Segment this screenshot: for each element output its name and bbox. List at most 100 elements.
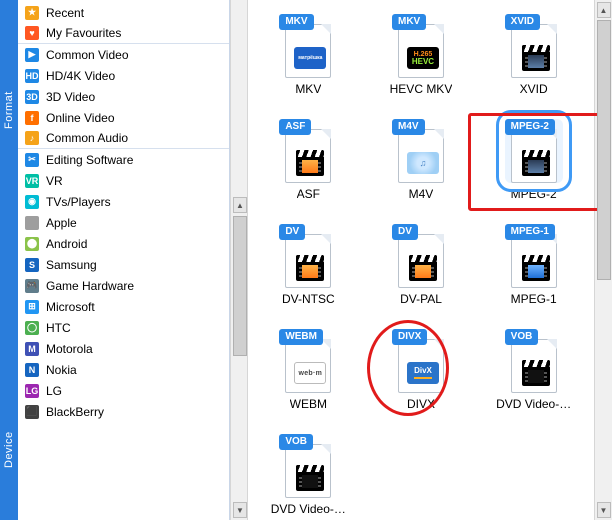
- sidebar-item-online-video[interactable]: f Online Video: [18, 107, 229, 128]
- sidebar-item-label: Game Hardware: [46, 279, 134, 293]
- format-cell-dv-pal[interactable]: DVDV-PAL: [365, 220, 478, 325]
- format-cell-dvd-video-[interactable]: VOB DVD Video-…: [477, 325, 590, 430]
- format-cell-asf[interactable]: ASFASF: [252, 115, 365, 220]
- format-caption: MPEG-1: [511, 292, 557, 306]
- sidebar-item-label: Editing Software: [46, 153, 133, 167]
- format-caption: XVID: [520, 82, 548, 96]
- rail-spacer: [0, 0, 18, 40]
- sidebar-item-samsung[interactable]: SSamsung: [18, 254, 229, 275]
- sidebar-item-tvs-players[interactable]: ◉TVs/Players: [18, 191, 229, 212]
- format-grid: матрёшкаMKVMKV H.265HEVCMKV HEVC MKV XVIDXV…: [248, 0, 594, 520]
- sidebar-item-microsoft[interactable]: ⊞Microsoft: [18, 296, 229, 317]
- format-badge: MPEG-1: [505, 224, 555, 240]
- filmstrip-icon: [296, 150, 324, 176]
- format-caption: DIVX: [407, 397, 435, 411]
- sidebar-item-label: My Favourites: [46, 26, 121, 40]
- category-rail: Format Device: [0, 0, 18, 520]
- format-pane: матрёшкаMKVMKV H.265HEVCMKV HEVC MKV XVIDXV…: [248, 0, 612, 520]
- sidebar-item-editing-software[interactable]: ✂ Editing Software: [18, 149, 229, 170]
- sidebar-item-apple[interactable]: Apple: [18, 212, 229, 233]
- sidebar-item-label: VR: [46, 174, 63, 188]
- file-page-icon: [511, 339, 557, 393]
- sidebar-item-htc[interactable]: ◯HTC: [18, 317, 229, 338]
- sidebar-item-recent[interactable]: ★Recent: [18, 2, 229, 23]
- format-cell-hevc-mkv[interactable]: H.265HEVCMKV HEVC MKV: [365, 10, 478, 115]
- sidebar-item-motorola[interactable]: MMotorola: [18, 338, 229, 359]
- sidebar-item-android[interactable]: ⬤Android: [18, 233, 229, 254]
- sidebar-item-label: Online Video: [46, 111, 115, 125]
- sidebar-item-game-hardware[interactable]: 🎮Game Hardware: [18, 275, 229, 296]
- file-page-icon: DivX: [398, 339, 444, 393]
- filmstrip-icon: [296, 465, 324, 491]
- format-cell-divx[interactable]: DivX DIVX DIVX: [365, 325, 478, 430]
- format-badge: M4V: [392, 119, 425, 135]
- motorola-icon: M: [24, 341, 40, 357]
- sidebar-item-hd-4k-video[interactable]: HDHD/4K Video: [18, 65, 229, 86]
- file-page-icon: [398, 234, 444, 288]
- rail-label-device: Device: [0, 380, 18, 520]
- sidebar-item-lg[interactable]: LG LG: [18, 380, 229, 401]
- format-thumb: ♫M4V: [392, 119, 450, 183]
- format-thumb: MPEG-2: [505, 119, 563, 183]
- format-badge: MKV: [392, 14, 426, 30]
- format-caption: WEBM: [290, 397, 327, 411]
- sidebar-item-nokia[interactable]: NNokia: [18, 359, 229, 380]
- sidebar-item-vr[interactable]: VRVR: [18, 170, 229, 191]
- format-cell-mpeg-1[interactable]: MPEG-1 MPEG-1: [477, 220, 590, 325]
- format-caption: DV-NTSC: [282, 292, 335, 306]
- format-thumb: матрёшкаMKV: [279, 14, 337, 78]
- format-cell-dv-ntsc[interactable]: DV DV-NTSC: [252, 220, 365, 325]
- format-caption: DVD Video-…: [496, 397, 571, 411]
- apple-icon: [24, 215, 40, 231]
- format-thumb: DV: [279, 224, 337, 288]
- grid-scroll-thumb[interactable]: [597, 20, 611, 280]
- sidebar-item-label: Microsoft: [46, 300, 95, 314]
- editing-icon: ✂: [24, 152, 40, 168]
- sidebar-item-common-video[interactable]: ▶Common Video: [18, 44, 229, 65]
- sidebar-item-label: TVs/Players: [46, 195, 111, 209]
- sidebar-item-common-audio[interactable]: ♪Common Audio: [18, 128, 229, 149]
- divx-icon: DivX: [407, 362, 439, 384]
- scroll-down-button[interactable]: ▼: [233, 502, 247, 518]
- format-caption: DV-PAL: [400, 292, 442, 306]
- format-caption: HEVC MKV: [390, 82, 453, 96]
- format-cell-mkv[interactable]: матрёшкаMKVMKV: [252, 10, 365, 115]
- format-badge: MPEG-2: [505, 119, 555, 135]
- sidebar-item-label: Apple: [46, 216, 77, 230]
- format-caption: DVD Video-…: [271, 502, 346, 516]
- sidebar-item-label: LG: [46, 384, 62, 398]
- rail-label-format: Format: [0, 40, 18, 180]
- sidebar-item-3d-video[interactable]: 3D3D Video: [18, 86, 229, 107]
- grid-scroll-up[interactable]: ▲: [597, 2, 611, 18]
- grid-scroll-down[interactable]: ▼: [597, 502, 611, 518]
- format-badge: VOB: [279, 434, 313, 450]
- file-page-icon: [285, 444, 331, 498]
- format-thumb: VOB: [279, 434, 337, 498]
- format-cell-m4v[interactable]: ♫M4VM4V: [365, 115, 478, 220]
- lg-icon: LG: [24, 383, 40, 399]
- scroll-thumb[interactable]: [233, 216, 247, 356]
- scroll-up-button[interactable]: ▲: [233, 197, 247, 213]
- sidebar-item-blackberry[interactable]: ⬛BlackBerry: [18, 401, 229, 422]
- file-page-icon: [511, 24, 557, 78]
- common-video-icon: ▶: [24, 47, 40, 63]
- htc-icon: ◯: [24, 320, 40, 336]
- format-badge: DV: [279, 224, 305, 240]
- filmstrip-icon: [522, 150, 550, 176]
- file-page-icon: H.265HEVC: [398, 24, 444, 78]
- android-icon: ⬤: [24, 236, 40, 252]
- format-cell-xvid[interactable]: XVIDXVID: [477, 10, 590, 115]
- format-cell-webm[interactable]: web·mWEBMWEBM: [252, 325, 365, 430]
- favourites-icon: ♥: [24, 25, 40, 41]
- webm-icon: web·m: [294, 362, 326, 384]
- sidebar-item-my-favourites[interactable]: ♥ My Favourites: [18, 23, 229, 44]
- file-page-icon: [511, 129, 557, 183]
- format-thumb: ASF: [279, 119, 337, 183]
- format-thumb: VOB: [505, 329, 563, 393]
- file-page-icon: матрёшка: [285, 24, 331, 78]
- format-badge: DIVX: [392, 329, 427, 345]
- sidebar-item-label: Nokia: [46, 363, 77, 377]
- format-cell-dvd-video-[interactable]: VOB DVD Video-…: [252, 430, 365, 520]
- format-cell-mpeg-2[interactable]: MPEG-2MPEG-2: [477, 115, 590, 220]
- online-video-icon: f: [24, 110, 40, 126]
